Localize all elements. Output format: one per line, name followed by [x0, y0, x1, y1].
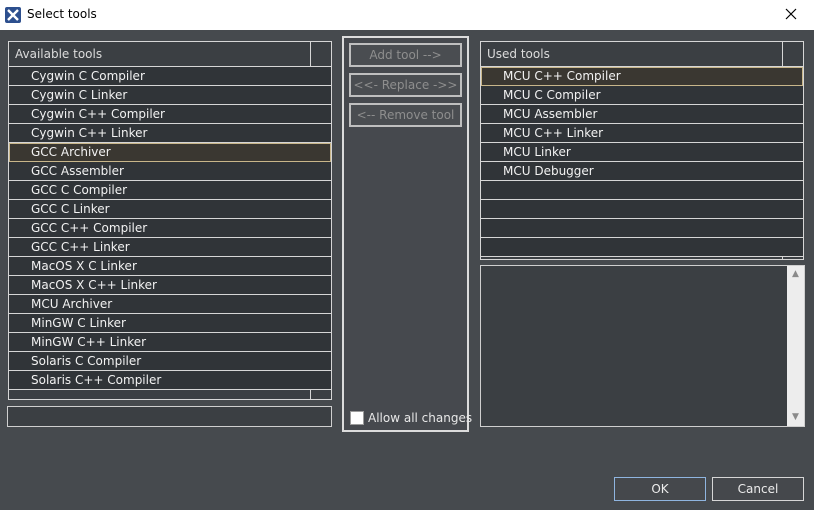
window-title: Select tools	[27, 7, 97, 21]
available-tool-row[interactable]: Solaris C++ Compiler	[9, 371, 331, 390]
add-tool-button[interactable]: Add tool -->	[349, 43, 462, 67]
used-empty-row	[481, 181, 803, 200]
available-tool-row[interactable]: MacOS X C++ Linker	[9, 276, 331, 295]
used-tool-row[interactable]: MCU C++ Linker	[481, 124, 803, 143]
available-tools-header: Available tools	[9, 42, 331, 67]
available-tool-row[interactable]: MinGW C++ Linker	[9, 333, 331, 352]
tool-description-box: ▲ ▼	[480, 265, 805, 427]
available-tool-row[interactable]: GCC C Linker	[9, 200, 331, 219]
close-button[interactable]	[768, 0, 814, 30]
scroll-up-icon[interactable]: ▲	[787, 266, 804, 283]
allow-all-changes-label: Allow all changes	[368, 411, 473, 425]
available-tool-row[interactable]: GCC Archiver	[9, 143, 331, 162]
used-tool-row[interactable]: MCU Assembler	[481, 105, 803, 124]
allow-all-changes[interactable]: Allow all changes	[350, 410, 472, 426]
available-tool-row[interactable]: Solaris C Compiler	[9, 352, 331, 371]
available-tool-row[interactable]: Cygwin C++ Compiler	[9, 105, 331, 124]
close-icon	[785, 8, 797, 23]
available-tools-list[interactable]: Available tools Cygwin C Compiler Cygwin …	[8, 41, 332, 400]
scroll-down-icon[interactable]: ▼	[787, 409, 804, 426]
used-tools-list[interactable]: Used tools MCU C++ Compiler MCU C Compile…	[480, 41, 804, 260]
used-tool-row[interactable]: MCU Debugger	[481, 162, 803, 181]
available-tool-row[interactable]: Cygwin C Compiler	[9, 67, 331, 86]
used-empty-row	[481, 238, 803, 257]
available-tool-row[interactable]: GCC C Compiler	[9, 181, 331, 200]
action-panel: Add tool --> <<- Replace ->> <-- Remove …	[342, 36, 472, 432]
available-tool-row[interactable]: Cygwin C++ Linker	[9, 124, 331, 143]
title-bar: Select tools	[0, 0, 814, 30]
ok-button[interactable]: OK	[614, 477, 706, 501]
used-tools-header-label: Used tools	[487, 47, 550, 61]
available-tool-row[interactable]: GCC Assembler	[9, 162, 331, 181]
description-scrollbar[interactable]: ▲ ▼	[787, 266, 804, 426]
available-tool-row[interactable]: GCC C++ Compiler	[9, 219, 331, 238]
used-empty-row	[481, 219, 803, 238]
available-tool-row[interactable]: Cygwin C Linker	[9, 86, 331, 105]
available-tool-row[interactable]: MacOS X C Linker	[9, 257, 331, 276]
filter-input[interactable]	[7, 406, 332, 427]
used-tools-header: Used tools	[481, 42, 803, 67]
available-tools-header-label: Available tools	[15, 47, 103, 61]
used-tool-row[interactable]: MCU Linker	[481, 143, 803, 162]
available-tool-row[interactable]: MinGW C Linker	[9, 314, 331, 333]
available-tool-row[interactable]: MCU Archiver	[9, 295, 331, 314]
available-tool-row[interactable]: GCC C++ Linker	[9, 238, 331, 257]
used-tool-row[interactable]: MCU C Compiler	[481, 86, 803, 105]
allow-all-changes-checkbox[interactable]	[350, 411, 364, 425]
app-icon	[5, 7, 21, 23]
remove-tool-button[interactable]: <-- Remove tool	[349, 103, 462, 127]
used-tool-row[interactable]: MCU C++ Compiler	[481, 67, 803, 86]
replace-tool-button[interactable]: <<- Replace ->>	[349, 73, 462, 97]
cancel-button[interactable]: Cancel	[712, 477, 804, 501]
used-empty-row	[481, 200, 803, 219]
